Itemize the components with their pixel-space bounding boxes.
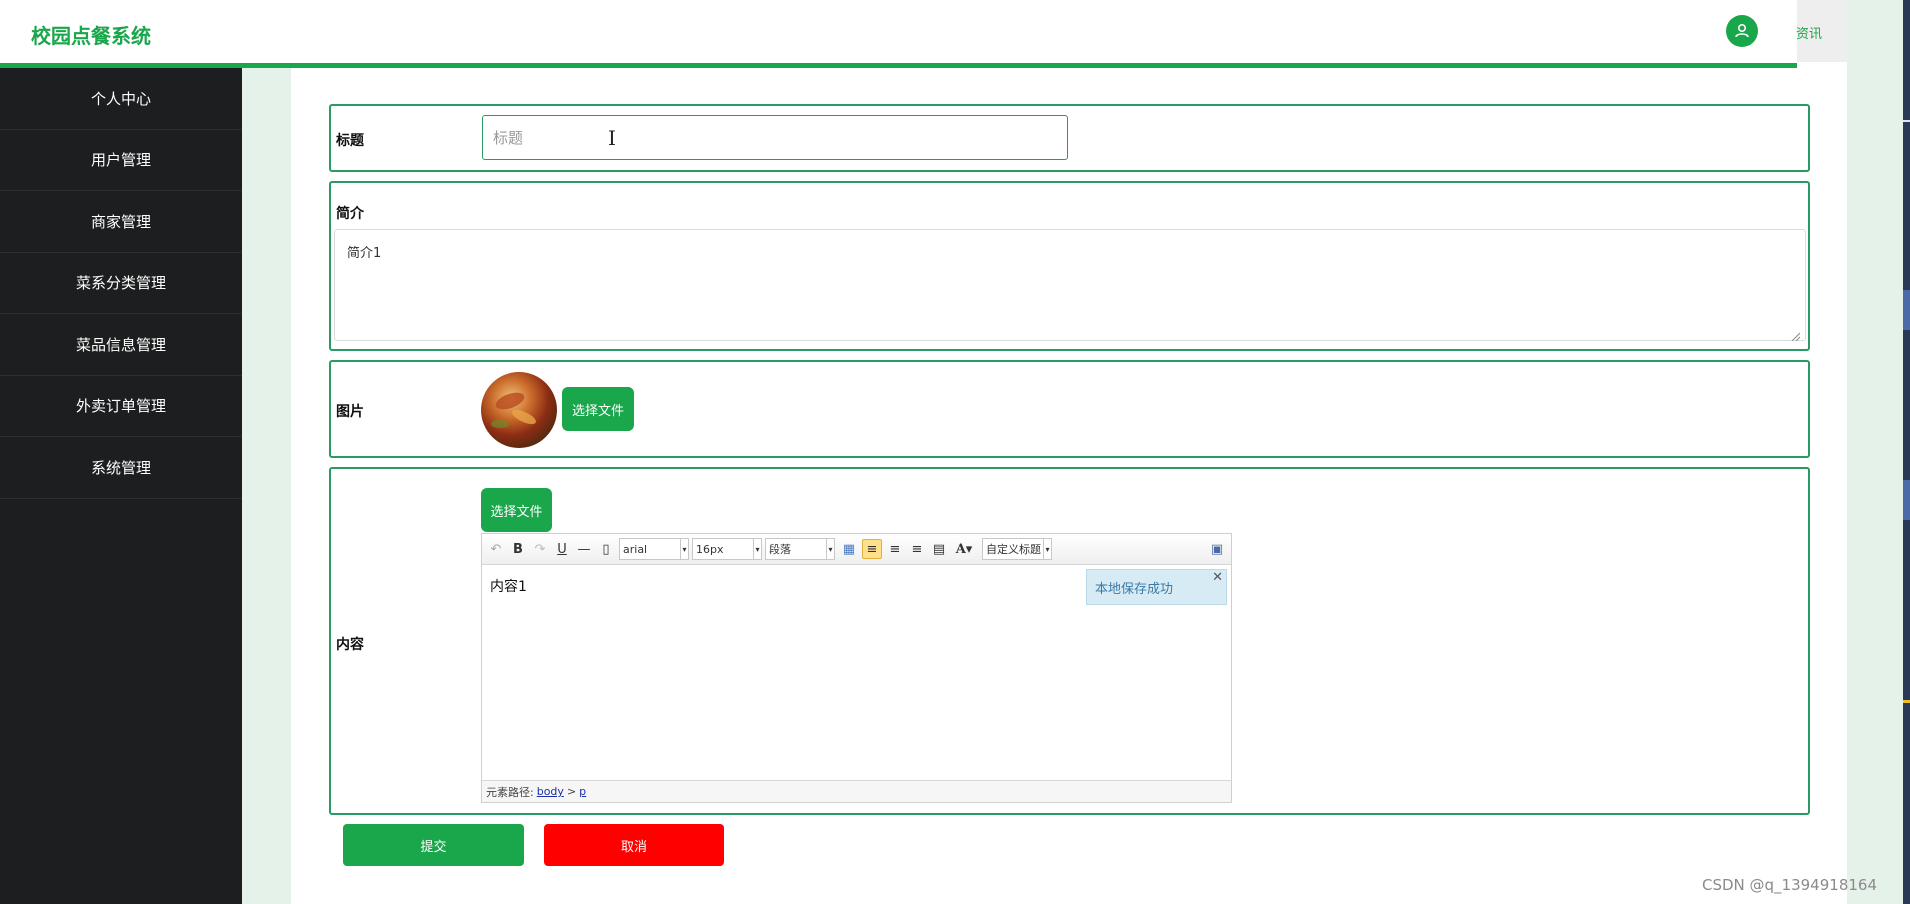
chevron-down-icon: ▾	[826, 539, 834, 559]
font-family-value: arial	[623, 542, 648, 556]
font-family-select[interactable]: arial ▾	[619, 538, 689, 560]
watermark: CSDN @q_1394918164	[1702, 876, 1877, 894]
undo-icon[interactable]: ↶	[488, 539, 504, 559]
title-label: 标题	[336, 133, 364, 149]
element-path-separator: >	[566, 785, 577, 798]
text-cursor-icon: I	[608, 126, 616, 150]
underline-icon[interactable]: U	[554, 539, 570, 559]
image-choose-file-button[interactable]: 选择文件	[562, 387, 634, 431]
form-row-title: 标题	[329, 104, 1810, 172]
align-right-icon[interactable]: ≡	[886, 539, 904, 559]
font-color-icon[interactable]: A▾	[952, 539, 976, 559]
app-canvas: 校园点餐系统 资讯 个人中心 用户管理 商家管理 菜系分类管理 菜品信息管理 外…	[0, 0, 1910, 904]
image-label: 图片	[336, 404, 364, 420]
sidebar-item-system[interactable]: 系统管理	[0, 437, 242, 499]
sidebar-item-profile[interactable]: 个人中心	[0, 68, 242, 130]
content-choose-file-button[interactable]: 选择文件	[481, 488, 552, 532]
sidebar-item-merchants[interactable]: 商家管理	[0, 191, 242, 253]
resize-grip-icon[interactable]	[1790, 331, 1800, 341]
background-window-edge	[1903, 0, 1910, 904]
user-avatar-icon[interactable]	[1726, 15, 1758, 47]
close-icon[interactable]: ✕	[1212, 570, 1223, 585]
submit-button[interactable]: 提交	[343, 824, 524, 866]
font-size-select[interactable]: 16px ▾	[692, 538, 762, 560]
page-break-icon[interactable]: ▯	[598, 539, 614, 559]
header-right-text[interactable]: 资讯	[1796, 23, 1822, 42]
intro-label: 简介	[336, 206, 364, 222]
chevron-down-icon: ▾	[753, 539, 761, 559]
redo-icon[interactable]: ↷	[532, 539, 548, 559]
element-path-prefix: 元素路径:	[486, 785, 534, 799]
element-path-body-link[interactable]: body	[537, 785, 564, 798]
horizontal-rule-icon[interactable]: —	[576, 539, 592, 559]
content-gutter	[242, 68, 291, 904]
top-header: 校园点餐系统	[0, 0, 1797, 68]
align-left-icon[interactable]: ≡	[862, 539, 882, 559]
align-justify-icon[interactable]: ▤	[930, 539, 948, 559]
sidebar-item-users[interactable]: 用户管理	[0, 130, 242, 191]
editor-toolbar: ↶ B ↷ U — ▯ arial ▾ 16px ▾ 段落 ▾ ▦ ≡ ≡ ≡ …	[482, 534, 1231, 565]
form-row-image: 图片 选择文件	[329, 360, 1810, 458]
align-center-icon[interactable]: ≡	[908, 539, 926, 559]
sidebar-item-cuisine-categories[interactable]: 菜系分类管理	[0, 253, 242, 314]
title-input[interactable]	[482, 115, 1068, 160]
custom-title-value: 自定义标题	[986, 543, 1041, 556]
rich-text-editor: ↶ B ↷ U — ▯ arial ▾ 16px ▾ 段落 ▾ ▦ ≡ ≡ ≡ …	[481, 533, 1232, 803]
element-path-bar: 元素路径: body > p	[482, 780, 1231, 802]
cancel-button[interactable]: 取消	[544, 824, 724, 866]
sidebar-item-dishes[interactable]: 菜品信息管理	[0, 314, 242, 376]
form-row-content: 内容 选择文件 ↶ B ↷ U — ▯ arial ▾ 16px ▾ 段落 ▾ …	[329, 467, 1810, 815]
element-path-p-link[interactable]: p	[579, 785, 586, 798]
paragraph-value: 段落	[769, 543, 791, 556]
autosave-toast-text: 本地保存成功	[1095, 581, 1174, 597]
chevron-down-icon: ▾	[1043, 539, 1051, 559]
fullscreen-icon[interactable]: ▣	[1208, 539, 1226, 559]
brand-title: 校园点餐系统	[31, 24, 151, 48]
intro-textarea[interactable]: 简介1	[334, 229, 1806, 341]
sidebar-item-delivery-orders[interactable]: 外卖订单管理	[0, 376, 242, 437]
chevron-down-icon: ▾	[680, 539, 688, 559]
paragraph-select[interactable]: 段落 ▾	[765, 538, 835, 560]
form-row-intro: 简介 简介1	[329, 181, 1810, 351]
content-label: 内容	[336, 637, 364, 653]
bold-icon[interactable]: B	[510, 539, 526, 559]
dish-thumbnail	[481, 372, 557, 448]
table-icon[interactable]: ▦	[840, 539, 858, 559]
right-margin	[1847, 0, 1903, 904]
sidebar: 个人中心 用户管理 商家管理 菜系分类管理 菜品信息管理 外卖订单管理 系统管理	[0, 68, 242, 904]
custom-title-select[interactable]: 自定义标题 ▾	[982, 538, 1052, 560]
autosave-toast: 本地保存成功 ✕	[1086, 569, 1227, 605]
font-size-value: 16px	[696, 542, 724, 556]
